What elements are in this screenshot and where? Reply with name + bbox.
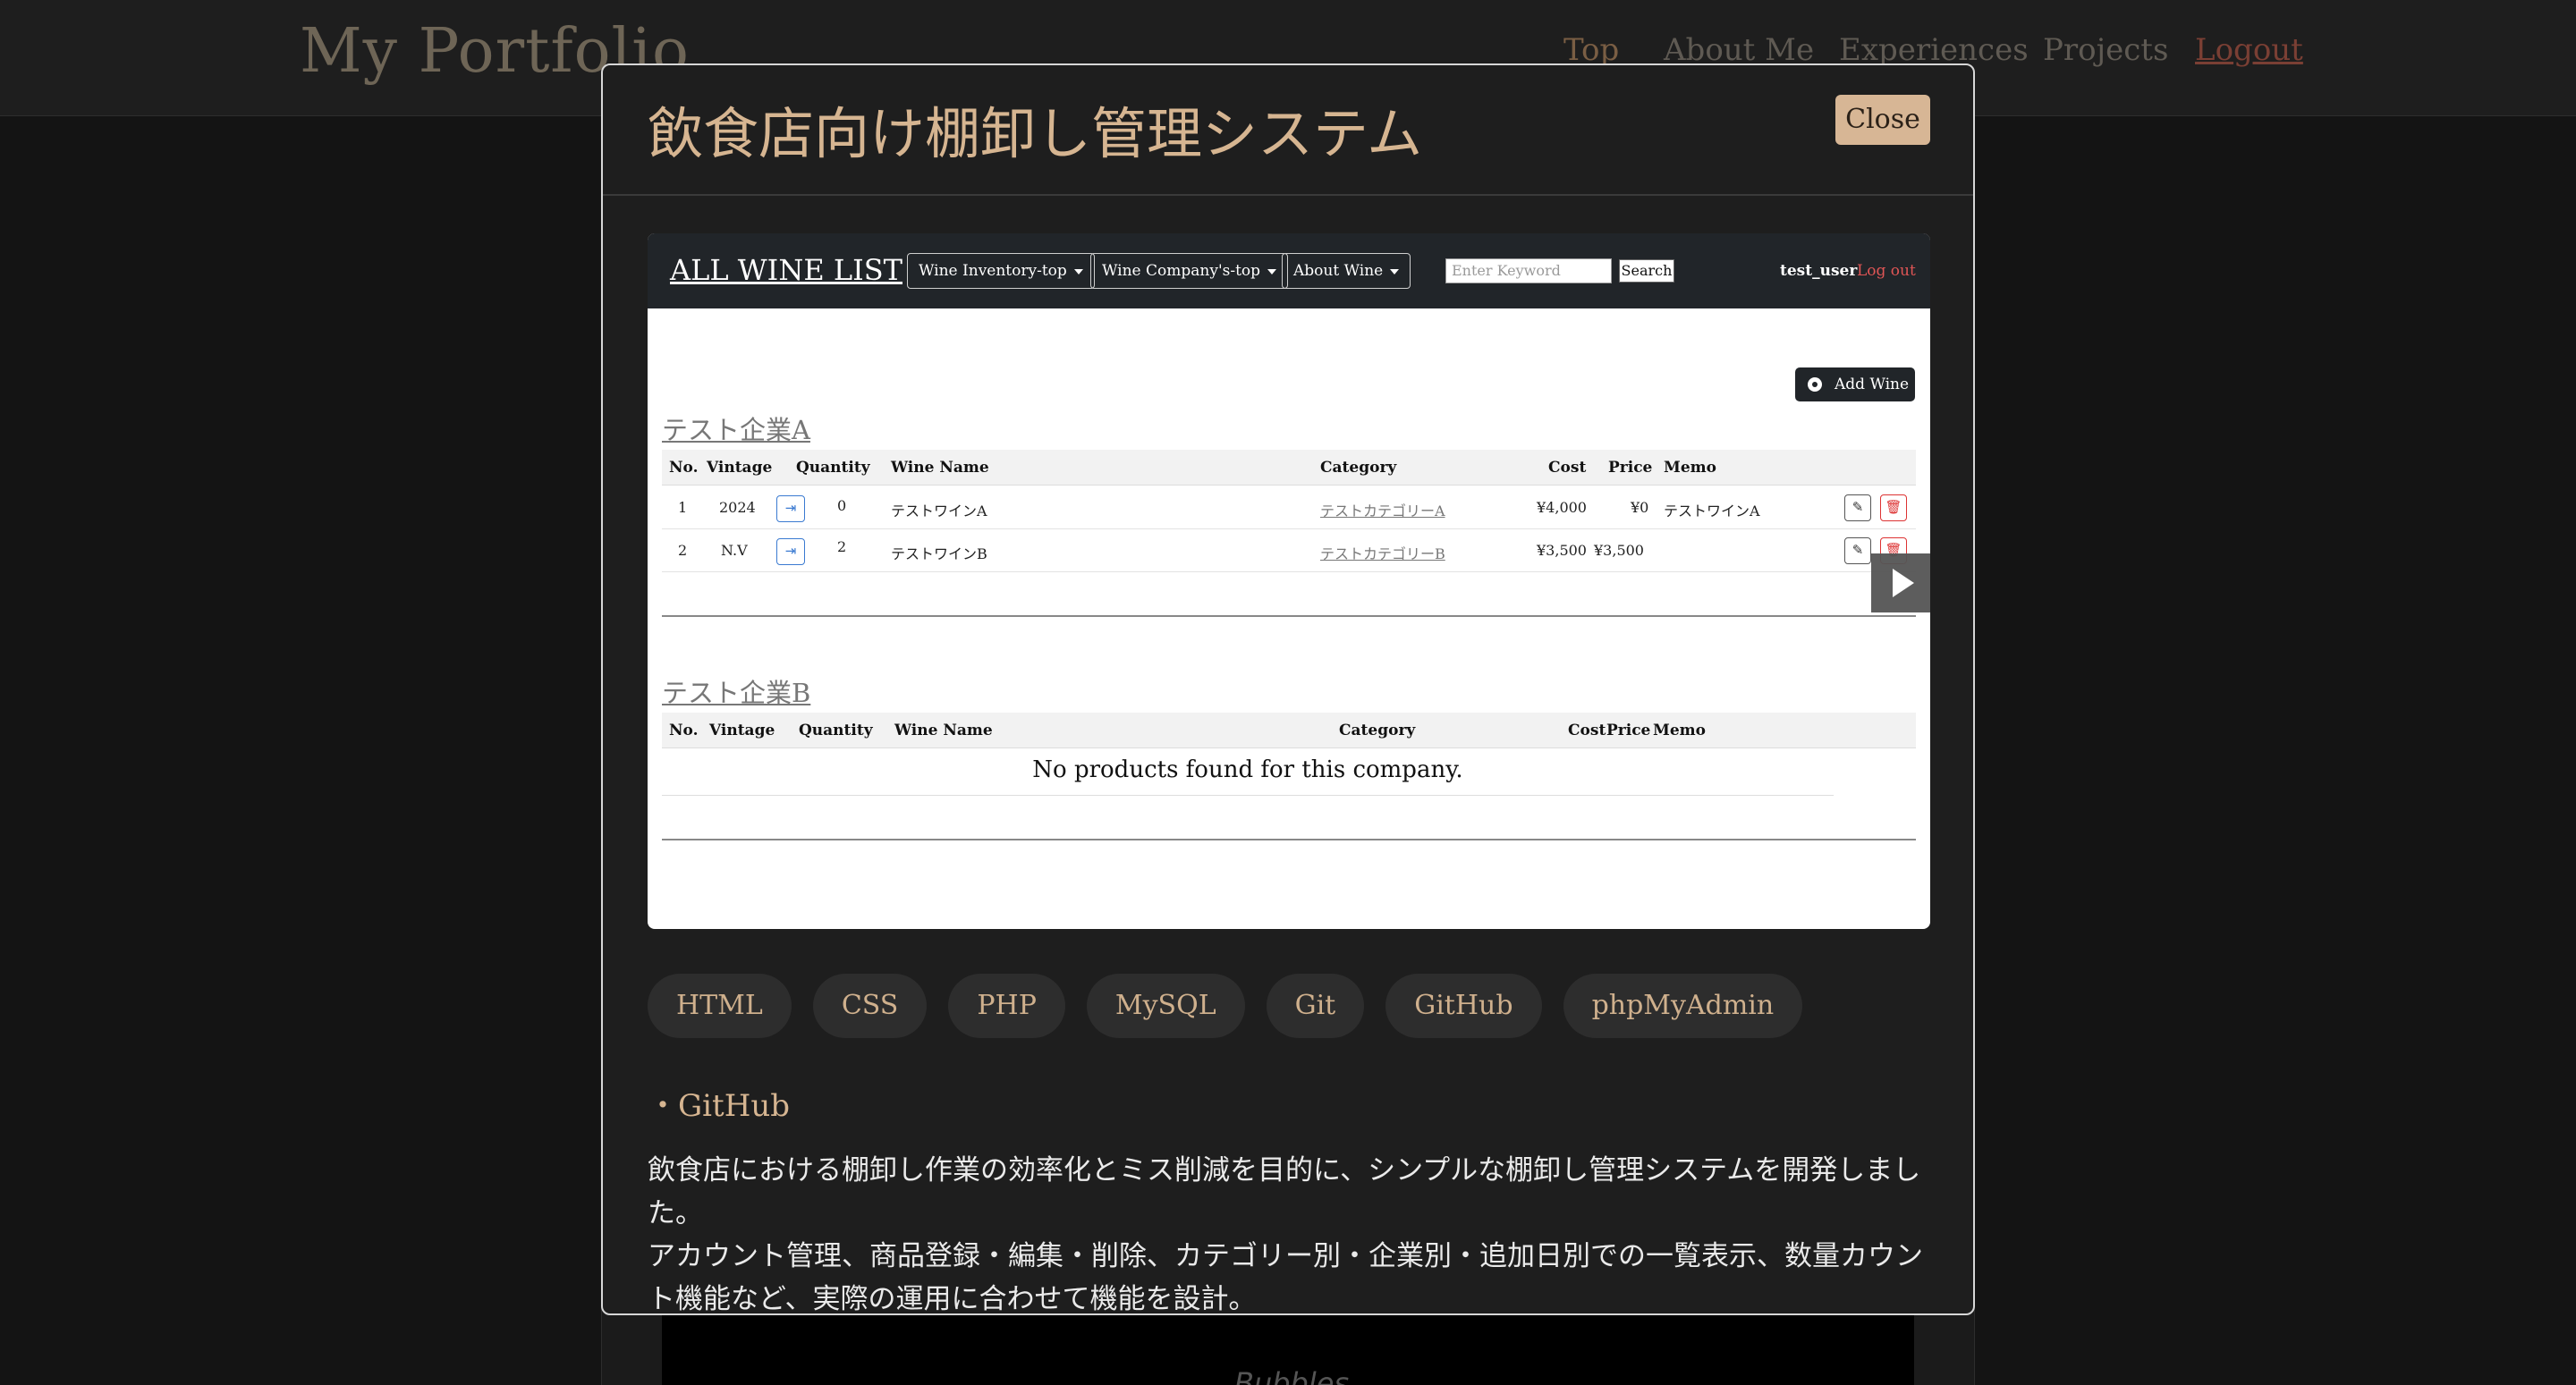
cell-price: ¥3,500 [1594,542,1644,559]
menu-label: About Wine [1293,262,1384,280]
cell-vintage: 2024 [719,499,756,516]
col-price: Price [1606,722,1651,739]
cell-quantity: 0 [837,497,847,514]
project-description: 飲食店における棚卸し作業の効率化とミス削減を目的に、シンプルな棚卸し管理システム… [648,1149,1936,1315]
nav-projects[interactable]: Projects [2043,32,2168,68]
table-header: No. Vintage Quantity Wine Name Category … [662,450,1916,486]
col-category: Category [1320,459,1397,477]
tag-mysql: MySQL [1086,974,1245,1038]
nav-logout[interactable]: Logout [2195,32,2303,68]
cell-cost: ¥4,000 [1537,499,1587,516]
cell-memo: テストワインA [1664,502,1760,519]
col-cost: Cost [1548,459,1587,477]
menu-wine-company: Wine Company's-top [1090,253,1289,289]
modal-header: 飲食店向け棚卸し管理システム Close [603,65,1973,196]
nav-top[interactable]: Top [1563,32,1619,68]
cell-cost: ¥3,500 [1537,542,1587,559]
nav-experiences[interactable]: Experiences [1839,32,2029,68]
count-in-icon: ⇥ [776,538,805,565]
username: test_user [1780,262,1858,280]
menu-wine-inventory: Wine Inventory-top [907,253,1095,289]
delete-trash-icon: 🗑 [1880,494,1907,521]
empty-message: No products found for this company. [662,749,1834,796]
plus-circle-icon [1808,377,1822,392]
project-modal: 飲食店向け棚卸し管理システム Close ALL WINE LIST Wine … [601,63,1975,1315]
tech-tags: HTML CSS PHP MySQL Git GitHub phpMyAdmin [648,974,1803,1038]
menu-about-wine: About Wine [1282,253,1411,289]
project-screenshot: ALL WINE LIST Wine Inventory-top Wine Co… [648,233,1930,929]
edit-pencil-icon: ✎ [1844,494,1871,521]
col-quantity: Quantity [796,459,870,477]
count-in-icon: ⇥ [776,495,805,522]
background-card-text: Bubbles [1234,1366,1350,1385]
section-divider [662,615,1916,617]
menu-label: Wine Inventory-top [919,262,1067,280]
cell-vintage: N.V [721,542,748,559]
keyword-input: Enter Keyword [1445,258,1612,283]
col-wine-name: Wine Name [891,459,989,477]
col-no: No. [669,459,699,477]
edit-pencil-icon: ✎ [1844,537,1871,564]
app-brand: ALL WINE LIST [670,253,902,287]
search-button: Search [1619,259,1674,283]
col-wine-name: Wine Name [894,722,993,739]
app-logout: Log out [1857,262,1916,280]
description-paragraph: 飲食店における棚卸し作業の効率化とミス削減を目的に、シンプルな棚卸し管理システム… [648,1154,1921,1229]
cell-category: テストカテゴリーA [1320,502,1445,519]
tag-github: GitHub [1385,974,1542,1038]
col-category: Category [1339,722,1416,739]
menu-label: Wine Company's-top [1102,262,1261,280]
section-divider [662,839,1916,840]
add-wine-label: Add Wine [1835,376,1910,393]
cell-wine-name: テストワインA [891,502,987,519]
col-price: Price [1608,459,1653,477]
company-name: テスト企業A [662,415,810,445]
tag-css: CSS [812,974,928,1038]
caret-down-icon [1390,268,1400,274]
description-paragraph: アカウント管理、商品登録・編集・削除、カテゴリー別・企業別・追加日別での一覧表示… [648,1240,1923,1315]
col-memo: Memo [1664,459,1716,477]
app-navbar: ALL WINE LIST Wine Inventory-top Wine Co… [648,233,1930,308]
play-icon[interactable] [1871,553,1930,612]
company-name: テスト企業B [662,678,811,708]
nav-about-me[interactable]: About Me [1664,32,1814,68]
col-memo: Memo [1653,722,1706,739]
add-wine-button: Add Wine [1795,367,1915,401]
caret-down-icon [1267,268,1277,274]
tag-php: PHP [948,974,1065,1038]
table-header: No. Vintage Quantity Wine Name Category … [662,713,1916,748]
tag-phpmyadmin: phpMyAdmin [1563,974,1803,1038]
cell-wine-name: テストワインB [891,545,987,562]
col-no: No. [669,722,699,739]
cell-quantity: 2 [837,538,847,555]
table-row: 1 2024 ⇥ 0 テストワインA テストカテゴリーA ¥4,000 ¥0 テ… [662,486,1916,529]
col-vintage: Vintage [707,459,773,477]
github-link[interactable]: ・GitHub [648,1081,790,1125]
cell-no: 1 [678,499,688,516]
col-vintage: Vintage [709,722,775,739]
cell-category: テストカテゴリーB [1320,545,1445,562]
caret-down-icon [1073,268,1083,274]
cell-no: 2 [678,542,688,559]
modal-title: 飲食店向け棚卸し管理システム [648,101,1423,166]
table-row: 2 N.V ⇥ 2 テストワインB テストカテゴリーB ¥3,500 ¥3,50… [662,529,1916,572]
col-cost: Cost [1568,722,1606,739]
col-quantity: Quantity [799,722,873,739]
close-button[interactable]: Close [1835,95,1930,145]
tag-git: Git [1266,974,1365,1038]
cell-price: ¥0 [1631,499,1649,516]
tag-html: HTML [648,974,792,1038]
